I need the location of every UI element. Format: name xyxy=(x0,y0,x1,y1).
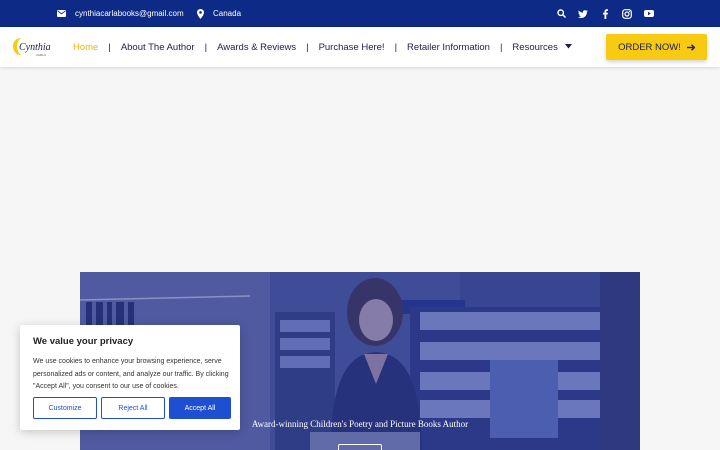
nav-item-resources-label: Resources xyxy=(512,41,558,53)
nav-item-retailer[interactable]: Retailer Information xyxy=(407,42,490,53)
arrow-right-icon xyxy=(686,43,695,51)
nav-separator: | xyxy=(108,41,111,53)
logo-text: Cynthia xyxy=(19,42,51,53)
nav-item-about[interactable]: About The Author xyxy=(121,42,195,53)
nav-item-purchase[interactable]: Purchase Here! xyxy=(319,42,385,53)
envelope-icon xyxy=(57,10,66,17)
nav-menu: Home | About The Author | Awards & Revie… xyxy=(73,27,573,67)
twitter-icon[interactable] xyxy=(578,9,588,19)
map-marker-icon xyxy=(197,8,204,19)
logo-subtext: CARLA xyxy=(36,53,46,57)
facebook-icon[interactable] xyxy=(600,8,610,19)
hero-tagline: Award-winning Children's Poetry and Pict… xyxy=(251,419,469,429)
nav-separator: | xyxy=(306,41,309,53)
caret-down-icon xyxy=(565,43,573,48)
hero-button[interactable] xyxy=(338,444,382,450)
customize-button[interactable]: Customize xyxy=(33,397,97,419)
cookie-actions: Customize Reject All Accept All xyxy=(33,397,231,419)
cookie-body: We use cookies to enhance your browsing … xyxy=(33,358,229,390)
nav-separator: | xyxy=(499,41,503,53)
nav-separator: | xyxy=(204,41,208,53)
logo-mark-icon: Cynthia CARLA xyxy=(13,38,51,57)
location-contact: Canada xyxy=(197,0,241,27)
accept-all-button[interactable]: Accept All xyxy=(169,397,231,419)
instagram-icon[interactable] xyxy=(622,8,632,19)
youtube-icon[interactable] xyxy=(644,9,654,19)
site-logo[interactable]: Cynthia CARLA xyxy=(12,36,54,58)
reject-all-button[interactable]: Reject All xyxy=(101,397,165,419)
search-icon[interactable] xyxy=(556,9,566,19)
nav-item-resources[interactable]: Resources xyxy=(512,41,573,53)
cookie-title: We value your privacy xyxy=(33,336,134,347)
top-contact-bar: cynthiacarlabooks@gmail.com Canada xyxy=(0,0,720,27)
social-links xyxy=(556,0,654,27)
order-now-button[interactable]: ORDER NOW! xyxy=(606,34,707,60)
location-text: Canada xyxy=(213,9,242,18)
order-now-label: ORDER NOW! xyxy=(618,41,681,53)
nav-item-home[interactable]: Home xyxy=(73,42,98,53)
nav-separator: | xyxy=(394,41,398,53)
email-contact[interactable]: cynthiacarlabooks@gmail.com xyxy=(57,0,184,27)
nav-item-awards[interactable]: Awards & Reviews xyxy=(217,42,296,53)
cookie-consent-banner: We value your privacy We use cookies to … xyxy=(20,325,240,430)
email-text: cynthiacarlabooks@gmail.com xyxy=(75,9,184,18)
